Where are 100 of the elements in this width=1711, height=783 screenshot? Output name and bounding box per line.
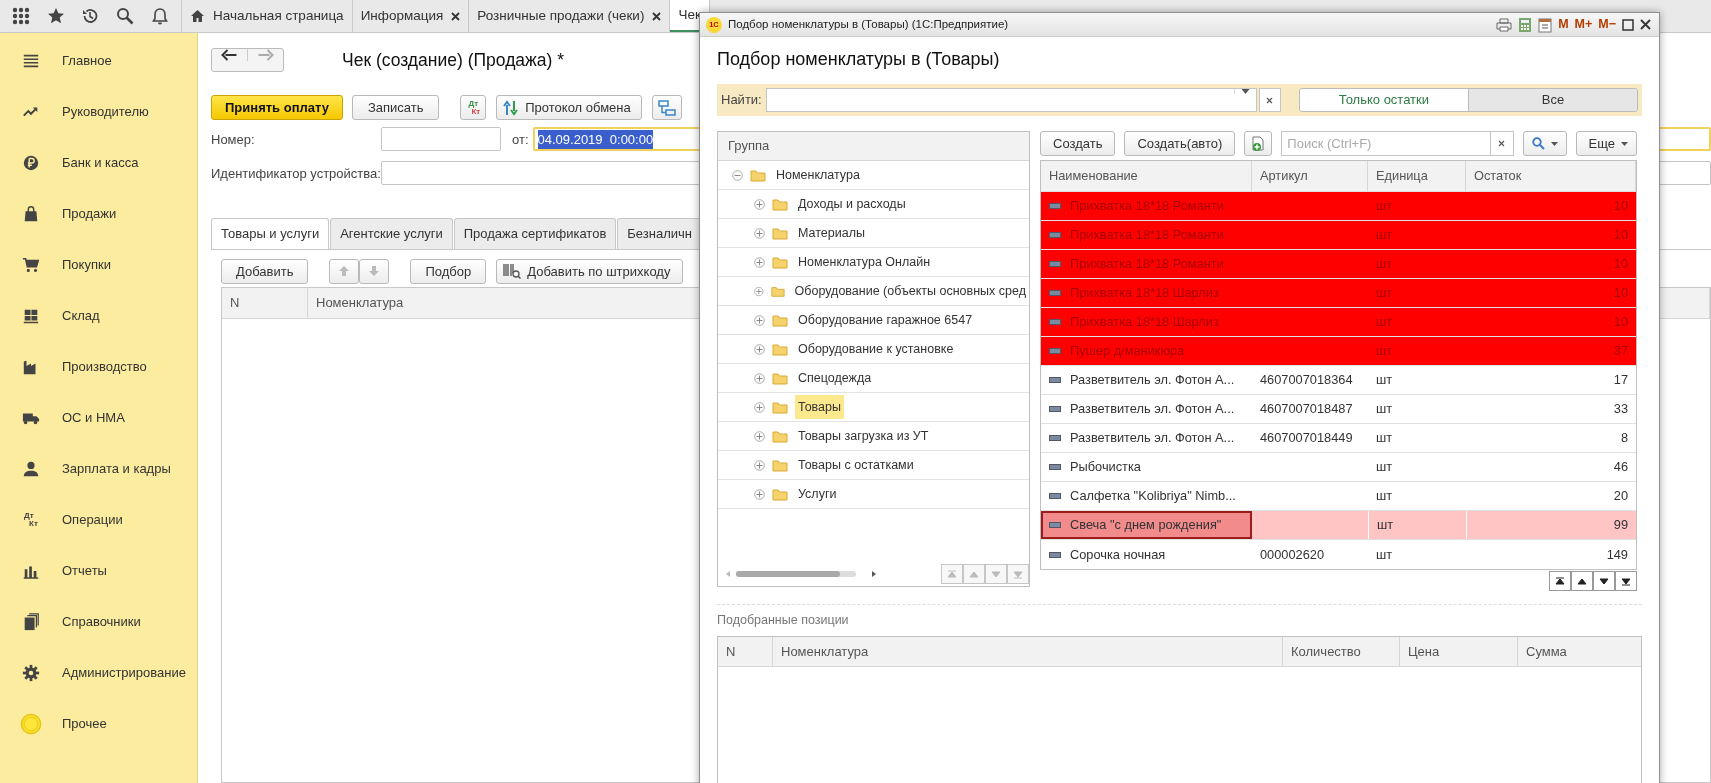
next-page-button[interactable]: [1593, 571, 1615, 591]
list-row[interactable]: Свеча "с днем рождения" шт 99: [1041, 511, 1636, 540]
exchange-log-button[interactable]: Протокол обмена: [496, 95, 642, 121]
table-cell-text: Прихватка 18*18 Романти: [1070, 197, 1224, 216]
search-button[interactable]: [1522, 131, 1567, 156]
last-page-button[interactable]: [1615, 571, 1637, 591]
history-icon[interactable]: [81, 7, 100, 25]
create-auto-button[interactable]: Создать(авто): [1124, 131, 1236, 156]
sidebar-item[interactable]: Банк и касса: [62, 152, 139, 173]
expand-icon[interactable]: [754, 401, 765, 413]
page-tab[interactable]: Начальная страница: [182, 0, 353, 32]
tree-item[interactable]: Товары: [795, 394, 844, 420]
move-down-button[interactable]: [359, 258, 390, 284]
more-button[interactable]: Еще: [1575, 131, 1637, 156]
sidebar-item[interactable]: Отчеты: [62, 560, 107, 581]
form-tab[interactable]: Продажа сертификатов: [453, 218, 617, 249]
navigation-buttons[interactable]: [211, 48, 284, 73]
page-tab[interactable]: Информация: [352, 0, 470, 32]
tree-item[interactable]: Спецодежда: [795, 365, 875, 391]
debit-credit-button[interactable]: Дт Кт: [460, 95, 487, 121]
tree-item[interactable]: Товары загрузка из УТ: [795, 423, 932, 449]
expand-icon[interactable]: [754, 488, 765, 500]
memory-button[interactable]: M+: [1574, 15, 1593, 34]
collapse-icon[interactable]: [732, 169, 743, 181]
sidebar-item[interactable]: Зарплата и кадры: [62, 458, 171, 479]
bell-icon[interactable]: [150, 7, 169, 25]
close-icon[interactable]: [652, 11, 662, 21]
clear-button[interactable]: [1490, 131, 1514, 156]
form-tab[interactable]: Безналичн: [617, 218, 702, 249]
sidebar-item[interactable]: Производство: [62, 356, 147, 377]
expand-icon[interactable]: [754, 430, 765, 442]
expand-icon[interactable]: [754, 256, 765, 268]
structure-button[interactable]: [651, 95, 682, 121]
apps-icon[interactable]: [12, 7, 31, 25]
gear-icon: [22, 663, 40, 682]
tree-item[interactable]: Услуги: [795, 481, 840, 507]
sidebar-item[interactable]: Администрирование: [62, 662, 186, 683]
search-icon[interactable]: [116, 7, 135, 25]
table-cell-text: шт: [1375, 400, 1394, 419]
table-cell-text: Разветвитель эл. Фотон А...: [1070, 371, 1235, 390]
table-cell-text: Салфетка "Kolibriya" Nimb...: [1070, 487, 1236, 506]
close-icon[interactable]: [451, 11, 461, 21]
sidebar-item[interactable]: Операции: [62, 509, 123, 530]
filter-toggle[interactable]: Все: [1467, 89, 1637, 111]
close-icon[interactable]: [1640, 19, 1651, 30]
clear-icon: [1498, 140, 1506, 147]
expand-icon[interactable]: [754, 285, 764, 297]
sidebar-item[interactable]: Справочники: [62, 611, 141, 632]
tree-item[interactable]: Доходы и расходы: [795, 191, 909, 217]
search-field[interactable]: Поиск (Ctrl+F): [1281, 131, 1491, 156]
expand-icon[interactable]: [754, 343, 765, 355]
search-icon: [1531, 137, 1545, 150]
expand-icon[interactable]: [754, 314, 765, 326]
star-icon[interactable]: [46, 7, 65, 25]
save-button[interactable]: Записать: [351, 95, 440, 121]
find-field[interactable]: [765, 88, 1258, 112]
maximize-icon[interactable]: [1622, 18, 1634, 31]
tree-item[interactable]: Номенклатура Онлайн: [795, 249, 934, 275]
table-cell-text: Пушер д/маникюра: [1070, 342, 1185, 361]
number-field[interactable]: [381, 127, 501, 152]
memory-button[interactable]: M−: [1598, 15, 1616, 34]
table-cell-text: шт: [1375, 487, 1394, 506]
tree-item[interactable]: Номенклатура: [773, 162, 863, 188]
form-tab[interactable]: Товары и услуги: [211, 218, 330, 249]
filter-toggle[interactable]: Только остатки: [1299, 89, 1468, 111]
sidebar-item[interactable]: Продажи: [62, 203, 117, 224]
tree-item[interactable]: Материалы: [795, 220, 868, 246]
pick-button[interactable]: Подбор: [410, 258, 487, 284]
field-label: Идентификатор устройства:: [211, 164, 381, 183]
add-file-button[interactable]: [1244, 131, 1273, 156]
horizontal-scrollbar[interactable]: [726, 569, 876, 579]
add-by-barcode-button[interactable]: Добавить по штрихкоду: [496, 258, 684, 284]
expand-icon[interactable]: [754, 372, 765, 384]
tree-item[interactable]: Оборудование к установке: [795, 336, 957, 362]
table-cell: шт: [1368, 511, 1466, 539]
sidebar-item[interactable]: Руководителю: [62, 101, 149, 122]
move-up-button[interactable]: [329, 258, 360, 284]
first-page-button[interactable]: [1549, 571, 1571, 591]
previous-page-button[interactable]: [1571, 571, 1593, 591]
sidebar-item[interactable]: Главное: [62, 50, 112, 71]
item-icon: [1049, 319, 1061, 325]
expand-icon[interactable]: [754, 227, 765, 239]
calculator-icon[interactable]: [1518, 16, 1533, 33]
form-tab[interactable]: Агентские услуги: [330, 218, 453, 249]
sidebar-item[interactable]: ОС и НМА: [62, 407, 125, 428]
sidebar-item[interactable]: Склад: [62, 305, 100, 326]
expand-icon[interactable]: [754, 198, 765, 210]
sidebar-item[interactable]: Прочее: [62, 713, 107, 734]
table-cell-text: Сорочка ночная: [1070, 545, 1166, 564]
sidebar-item[interactable]: Покупки: [62, 254, 111, 275]
create-button[interactable]: Создать: [1040, 131, 1116, 156]
up-arrow-icon: [946, 568, 958, 580]
memory-button[interactable]: M: [1558, 15, 1569, 34]
print-icon[interactable]: [1496, 17, 1513, 32]
accept-payment-button[interactable]: Принять оплату: [211, 95, 343, 121]
expand-icon[interactable]: [754, 459, 765, 471]
tree-item[interactable]: Товары с остатками: [795, 452, 917, 478]
coin-icon: [22, 153, 40, 172]
calendar-icon[interactable]: [1538, 16, 1553, 33]
add-button[interactable]: Добавить: [221, 258, 309, 284]
